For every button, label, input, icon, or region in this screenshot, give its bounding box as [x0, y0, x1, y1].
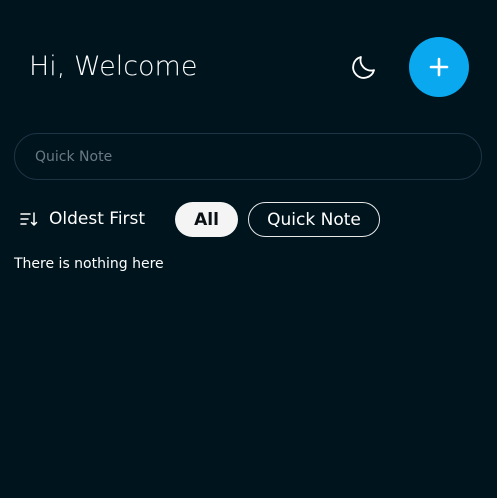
quick-note-input[interactable]: [14, 133, 482, 180]
chip-label: Quick Note: [267, 209, 361, 230]
filter-chip-quick-note[interactable]: Quick Note: [248, 202, 380, 237]
add-note-button[interactable]: [409, 37, 469, 97]
theme-toggle-button[interactable]: [349, 52, 379, 82]
sort-icon: [20, 212, 38, 226]
sort-button[interactable]: Oldest First: [20, 205, 145, 233]
plus-icon: [429, 57, 449, 77]
filter-chip-all[interactable]: All: [175, 202, 238, 237]
moon-icon: [352, 56, 375, 79]
empty-state-message: There is nothing here: [14, 256, 164, 272]
chip-label: All: [194, 209, 219, 230]
page-title: Hi, Welcome: [29, 51, 198, 82]
sort-label: Oldest First: [49, 209, 146, 229]
